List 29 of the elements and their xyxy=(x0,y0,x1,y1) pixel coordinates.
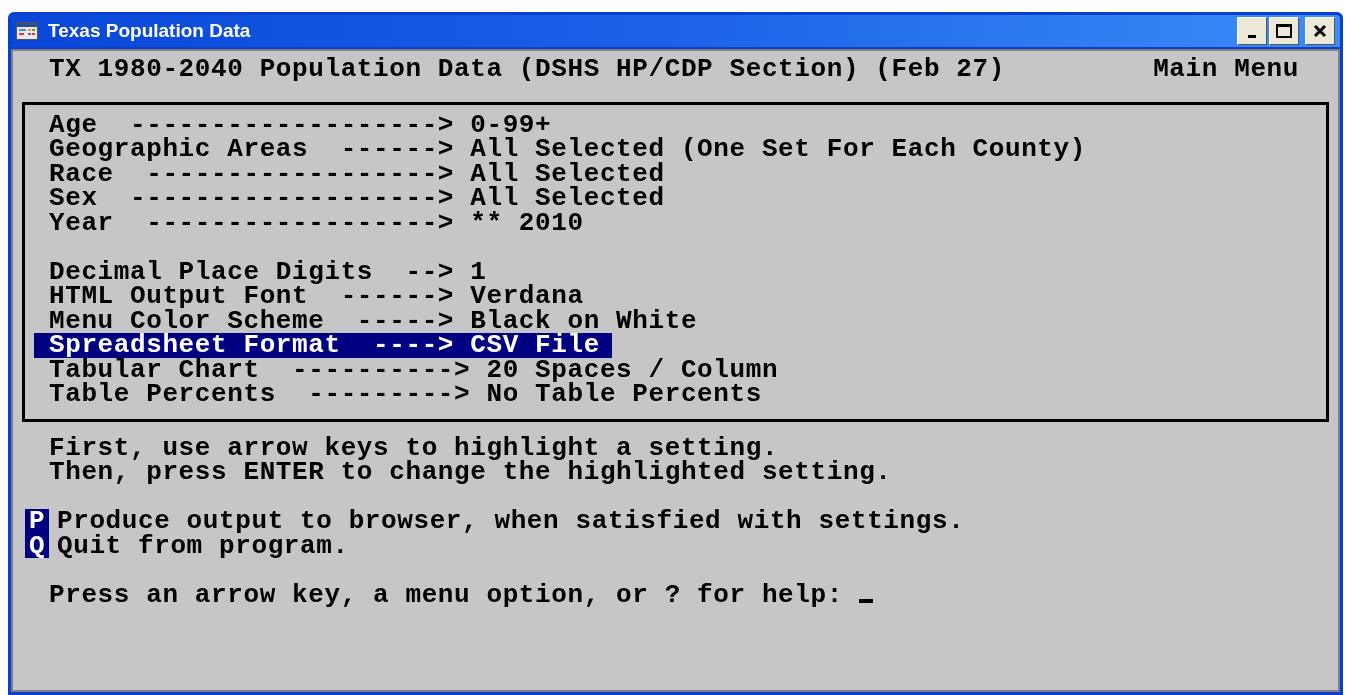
close-button[interactable] xyxy=(1305,17,1335,45)
setting-row[interactable]: Year ------------------> ** 2010 xyxy=(34,210,596,235)
setting-row[interactable]: Geographic Areas ------> All Selected (One Set For Each County) xyxy=(34,137,1098,162)
setting-row[interactable]: Decimal Place Digits --> 1 xyxy=(34,259,499,284)
setting-row[interactable]: Menu Color Scheme -----> Black on White xyxy=(34,308,710,333)
option-text: Quit from program. xyxy=(57,533,349,558)
maximize-button[interactable] xyxy=(1269,17,1299,45)
setting-row[interactable]: Table Percents ---------> No Table Percents xyxy=(34,382,774,407)
minimize-icon xyxy=(1248,35,1256,38)
minimize-button[interactable] xyxy=(1237,17,1267,45)
option-key[interactable]: P xyxy=(25,509,49,534)
setting-row[interactable]: Age -------------------> 0-99+ xyxy=(34,112,564,137)
close-icon xyxy=(1313,24,1327,38)
option-key[interactable]: Q xyxy=(25,533,49,558)
text-cursor xyxy=(858,599,873,603)
header-title: TX 1980-2040 Population Data (DSHS HP/CDP Section) (Feb 27) xyxy=(49,57,1005,82)
option-text: Produce output to browser, when satisfied with settings. xyxy=(57,509,965,534)
window-title: Texas Population Data xyxy=(48,18,251,43)
menu-name: Main Menu xyxy=(1153,57,1299,82)
instruction-text: Then, press ENTER to change the highlighted setting. xyxy=(49,460,893,485)
instruction-text: First, use arrow keys to highlight a setting. xyxy=(49,435,779,460)
spreadsheet-icon xyxy=(16,22,38,40)
setting-row[interactable]: Tabular Chart ----------> 20 Spaces / Column xyxy=(34,357,791,382)
setting-row[interactable]: Race ------------------> All Selected xyxy=(34,161,677,186)
maximize-icon xyxy=(1276,24,1292,38)
setting-row[interactable]: Spreadsheet Format ----> CSV File xyxy=(34,333,612,358)
command-prompt: Press an arrow key, a menu option, or ? for help: xyxy=(49,582,843,607)
setting-row[interactable]: Sex -------------------> All Selected xyxy=(34,186,677,211)
setting-row[interactable]: HTML Output Font ------> Verdana xyxy=(34,284,596,309)
